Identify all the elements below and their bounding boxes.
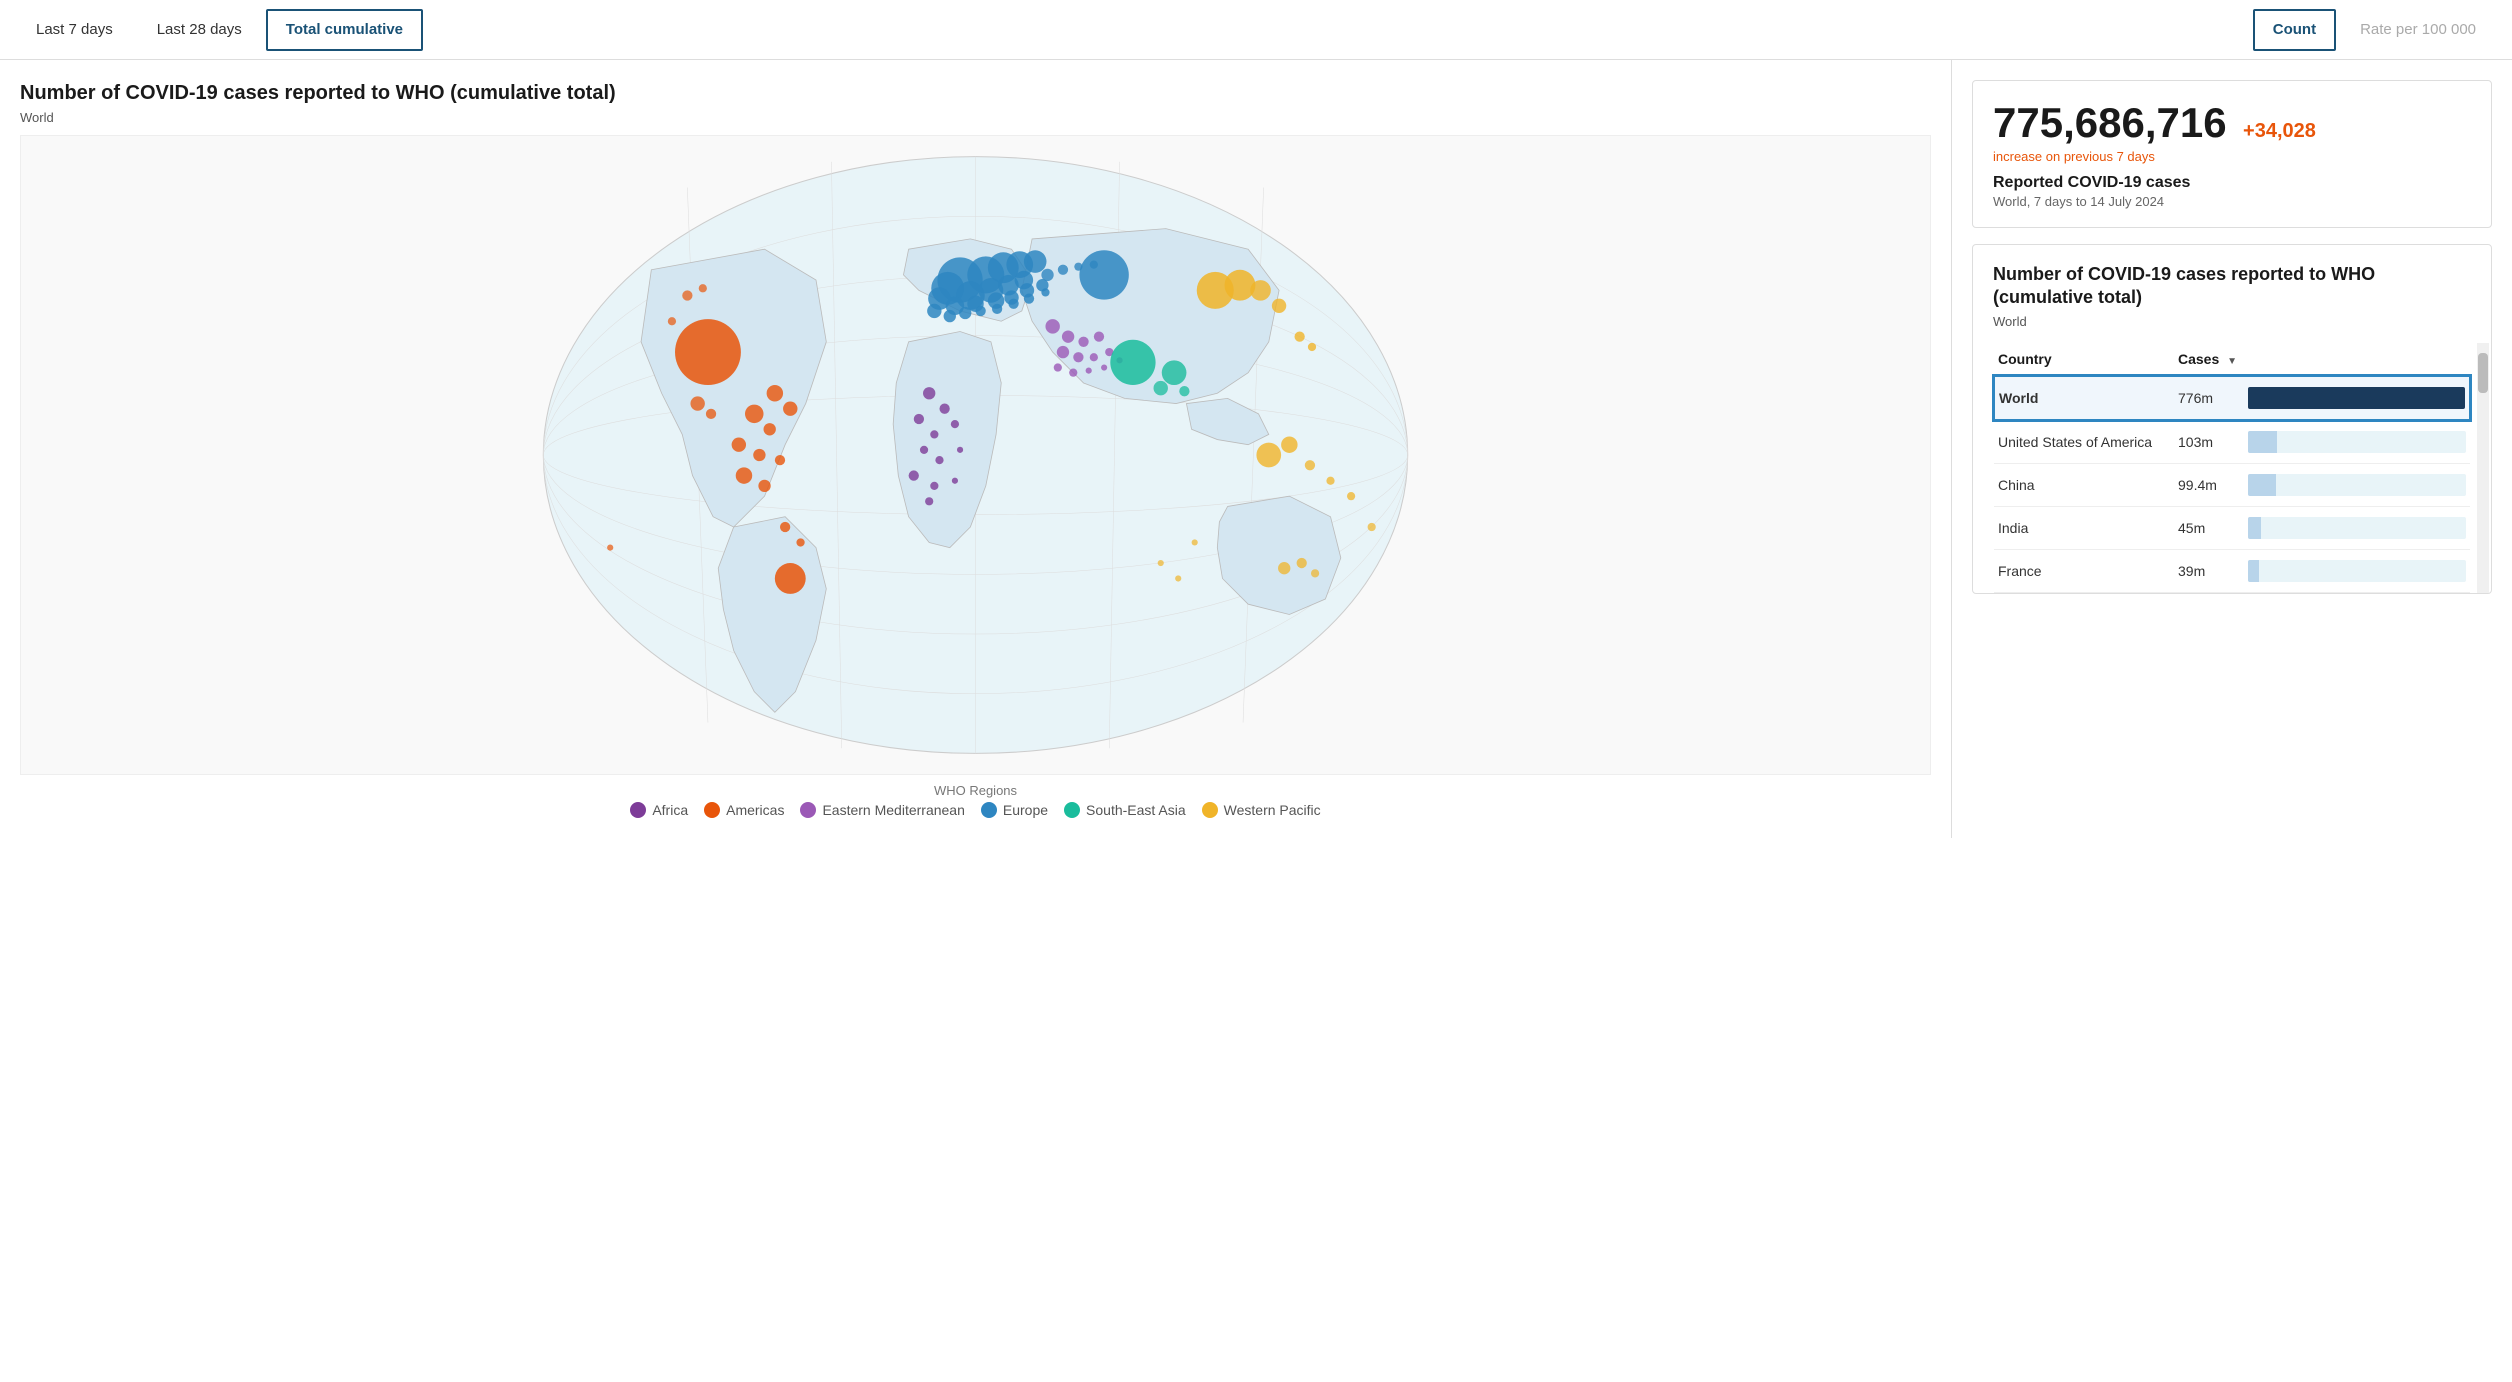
table-scroll-area: Country Cases ▼ <box>1993 343 2471 593</box>
bar-world <box>2248 387 2465 409</box>
world-map[interactable] <box>20 135 1931 775</box>
table-header-row: Country Cases ▼ <box>1994 343 2470 376</box>
stats-label: Reported COVID-19 cases <box>1993 174 2471 192</box>
table-card-subtitle: World <box>1993 314 2471 329</box>
eastern-med-label: Eastern Mediterranean <box>822 802 964 818</box>
col-bar <box>2244 343 2470 376</box>
bar-cell-china <box>2244 463 2470 506</box>
scroll-track[interactable] <box>2477 343 2489 593</box>
tab-rate[interactable]: Rate per 100 000 <box>2340 9 2496 51</box>
cases-value-india: 45m <box>2174 506 2244 549</box>
legend-title: WHO Regions <box>20 783 1931 798</box>
americas-label: Americas <box>726 802 784 818</box>
col-country[interactable]: Country <box>1994 343 2174 376</box>
main-case-count: 775,686,716 <box>1993 99 2227 146</box>
bar-cell-india <box>2244 506 2470 549</box>
stats-numbers-row: 775,686,716 +34,028 increase on previous… <box>1993 99 2471 164</box>
africa-dot <box>630 802 646 818</box>
table-row[interactable]: France 39m <box>1994 549 2470 592</box>
sort-icon: ▼ <box>2227 356 2237 367</box>
bar-cell-world <box>2244 376 2470 420</box>
case-change: +34,028 <box>2243 120 2316 142</box>
country-name-china: China <box>1994 463 2174 506</box>
bar-usa <box>2248 431 2466 453</box>
cases-value-usa: 103m <box>2174 420 2244 464</box>
tab-count[interactable]: Count <box>2253 9 2336 51</box>
table-row[interactable]: India 45m <box>1994 506 2470 549</box>
table-row[interactable]: United States of America 103m <box>1994 420 2470 464</box>
country-name-france: France <box>1994 549 2174 592</box>
legend-item-americas: Americas <box>704 802 784 818</box>
southeast-asia-label: South-East Asia <box>1086 802 1186 818</box>
africa-label: Africa <box>652 802 688 818</box>
bar-cell-france <box>2244 549 2470 592</box>
tab-last7[interactable]: Last 7 days <box>16 9 133 51</box>
table-row[interactable]: China 99.4m <box>1994 463 2470 506</box>
right-panel: 775,686,716 +34,028 increase on previous… <box>1952 60 2512 838</box>
legend-item-southeast-asia: South-East Asia <box>1064 802 1186 818</box>
tab-cumulative[interactable]: Total cumulative <box>266 9 423 51</box>
bar-china <box>2248 474 2466 496</box>
chart-subtitle: World <box>20 110 1931 125</box>
scroll-thumb[interactable] <box>2478 353 2488 393</box>
stats-period: World, 7 days to 14 July 2024 <box>1993 194 2471 209</box>
country-name-usa: United States of America <box>1994 420 2174 464</box>
legend-item-africa: Africa <box>630 802 688 818</box>
eastern-med-dot <box>800 802 816 818</box>
europe-label: Europe <box>1003 802 1048 818</box>
table-card-title: Number of COVID-19 cases reported to WHO… <box>1993 263 2471 310</box>
country-name-india: India <box>1994 506 2174 549</box>
bar-cell-usa <box>2244 420 2470 464</box>
bar-india <box>2248 517 2466 539</box>
map-legend: WHO Regions Africa Americas Eastern Medi… <box>20 783 1931 818</box>
country-name-world: World <box>1994 376 2174 420</box>
change-label: increase on previous 7 days <box>1993 149 2471 164</box>
stats-card: 775,686,716 +34,028 increase on previous… <box>1972 80 2492 228</box>
western-pacific-dot <box>1202 802 1218 818</box>
cases-value-world: 776m <box>2174 376 2244 420</box>
cases-value-france: 39m <box>2174 549 2244 592</box>
chart-title: Number of COVID-19 cases reported to WHO… <box>20 80 1931 106</box>
legend-item-eastern-med: Eastern Mediterranean <box>800 802 964 818</box>
legend-item-western-pacific: Western Pacific <box>1202 802 1321 818</box>
header: Last 7 days Last 28 days Total cumulativ… <box>0 0 2512 60</box>
tab-last28[interactable]: Last 28 days <box>137 9 262 51</box>
americas-dot <box>704 802 720 818</box>
table-card: Number of COVID-19 cases reported to WHO… <box>1972 244 2492 594</box>
col-cases[interactable]: Cases ▼ <box>2174 343 2244 376</box>
cases-value-china: 99.4m <box>2174 463 2244 506</box>
metric-tabs: Count Rate per 100 000 <box>2253 9 2496 51</box>
time-period-tabs: Last 7 days Last 28 days Total cumulativ… <box>16 0 423 59</box>
main-content: Number of COVID-19 cases reported to WHO… <box>0 60 2512 838</box>
legend-items: Africa Americas Eastern Mediterranean Eu… <box>20 802 1931 818</box>
europe-dot <box>981 802 997 818</box>
left-panel: Number of COVID-19 cases reported to WHO… <box>0 60 1952 838</box>
legend-item-europe: Europe <box>981 802 1048 818</box>
western-pacific-label: Western Pacific <box>1224 802 1321 818</box>
bar-france <box>2248 560 2466 582</box>
southeast-asia-dot <box>1064 802 1080 818</box>
cases-table: Country Cases ▼ <box>1993 343 2471 593</box>
table-row[interactable]: World 776m <box>1994 376 2470 420</box>
